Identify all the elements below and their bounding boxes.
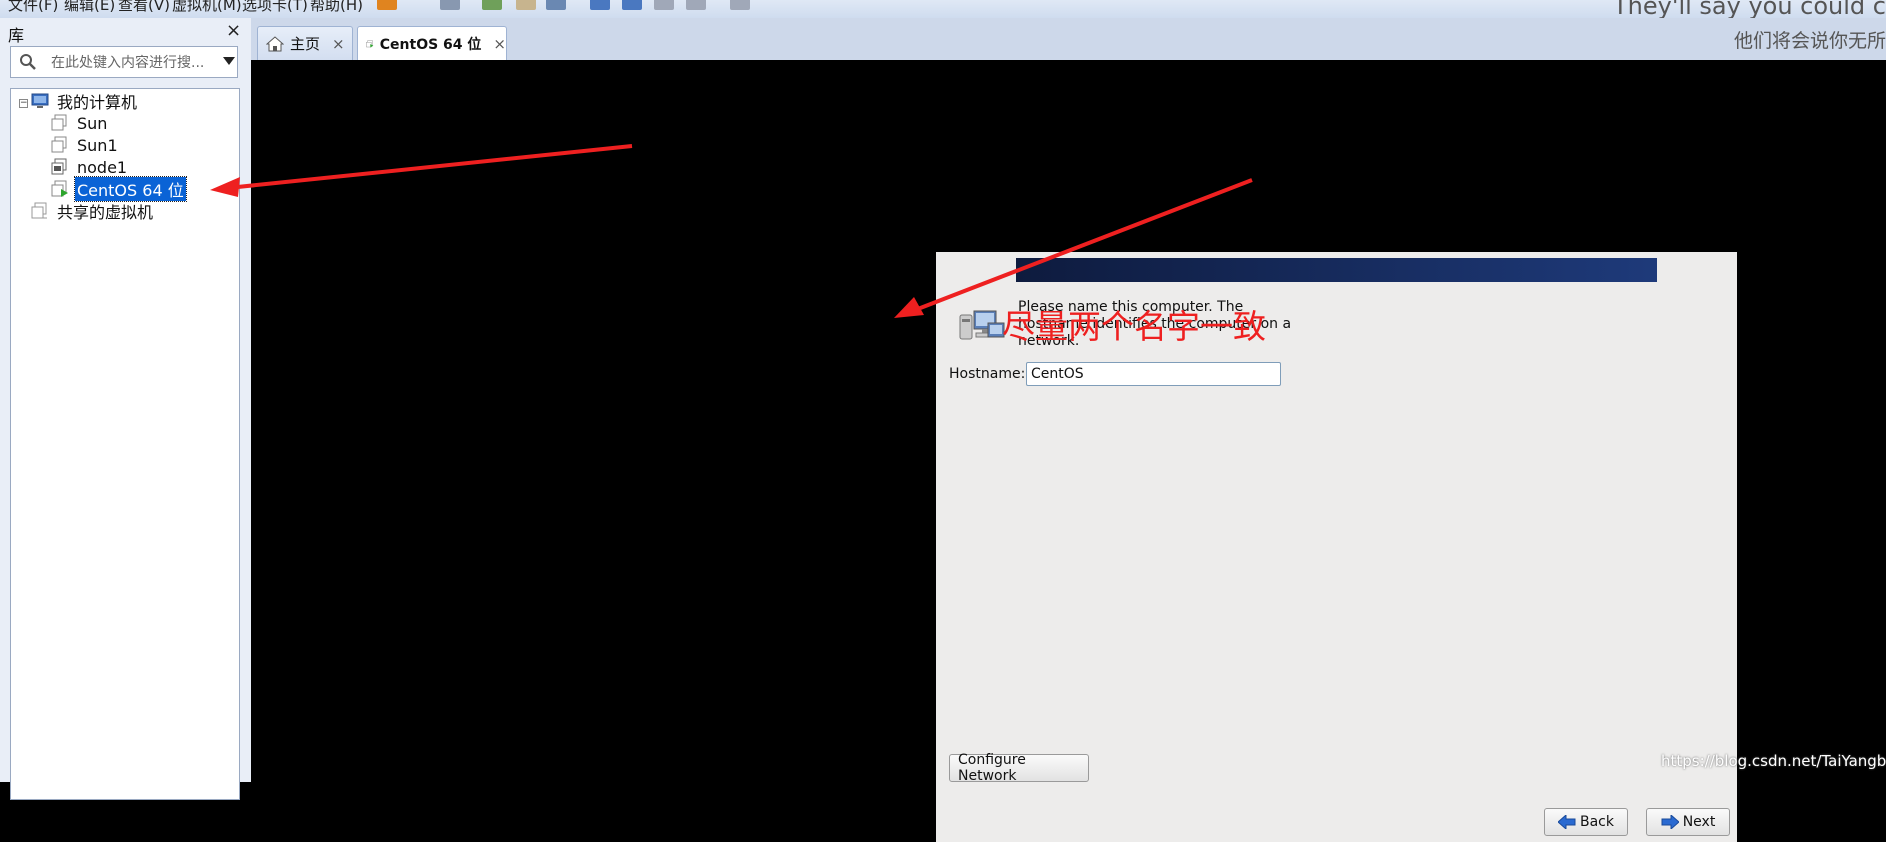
tab-close-icon[interactable]: × [493, 35, 506, 53]
menu-help[interactable]: 帮助(H) [310, 0, 363, 15]
menu-file[interactable]: 文件(F) [8, 0, 58, 15]
library-search-input[interactable] [49, 52, 219, 74]
red-annotation-text: 尽量两个名字一致 [1002, 307, 1266, 346]
vm-console[interactable]: Please name this computer. The hostname … [251, 60, 1886, 842]
arrow-left-icon [1558, 815, 1576, 829]
network-computers-icon [959, 310, 1005, 340]
computer-icon [31, 93, 49, 108]
hostname-label: Hostname: [949, 366, 1026, 382]
tree-item-my-computer[interactable]: 我的计算机 [31, 91, 139, 112]
search-dropdown-icon[interactable] [223, 57, 235, 65]
tab-bar: 主页 × CentOS 64 位 × [251, 18, 1886, 60]
shared-vm-icon [31, 202, 47, 219]
snapshot-toolbar-icon[interactable] [482, 0, 502, 10]
song-lyric-chinese: 他们将会说你无所 [1733, 30, 1886, 52]
console-view-toolbar-icon[interactable] [730, 0, 750, 10]
vm-running-icon [51, 180, 68, 197]
installer-banner [1016, 258, 1657, 282]
menu-toolbar-strip: 文件(F) 编辑(E) 查看(V) 虚拟机(M) 选项卡(T) 帮助(H) Th… [0, 0, 1886, 19]
library-toggle-toolbar-icon[interactable] [590, 0, 610, 10]
library-search-box [10, 46, 238, 78]
arrow-right-icon [1661, 815, 1679, 829]
next-button[interactable]: Next [1646, 808, 1730, 836]
tree-item-label: 我的计算机 [57, 93, 138, 112]
vm-running-icon [366, 39, 374, 47]
home-icon [266, 35, 284, 51]
tree-item-label: Sun [77, 113, 108, 133]
pause-toolbar-icon[interactable] [377, 0, 397, 10]
unity-toolbar-icon[interactable] [686, 0, 706, 10]
fullscreen-toolbar-icon[interactable] [654, 0, 674, 10]
back-label: Back [1580, 814, 1614, 830]
panel-splitter[interactable] [243, 18, 251, 782]
tab-centos-64[interactable]: CentOS 64 位 × [357, 26, 507, 60]
revert-snapshot-toolbar-icon[interactable] [516, 0, 536, 10]
tab-home[interactable]: 主页 × [257, 26, 353, 60]
tree-item-label: node1 [77, 157, 128, 177]
next-label: Next [1682, 814, 1716, 830]
tree-collapse-icon[interactable]: − [19, 99, 28, 108]
thumbnail-toolbar-icon[interactable] [622, 0, 642, 10]
csdn-watermark: https://blog.csdn.net/TaiYangb [1661, 752, 1886, 770]
vm-library-tree: − 我的计算机 Sun Sun1 node1 CentOS 64 位 共享的虚拟… [10, 88, 240, 800]
send-keys-toolbar-icon[interactable] [440, 0, 460, 10]
configure-network-button[interactable]: Configure Network [949, 752, 1089, 784]
tree-item-centos-64[interactable]: CentOS 64 位 [51, 176, 187, 202]
vm-icon [51, 136, 67, 153]
hostname-input[interactable] [1026, 362, 1281, 386]
library-title: 库 [8, 26, 25, 45]
menu-view[interactable]: 查看(V) [118, 0, 170, 15]
menu-vm[interactable]: 虚拟机(M) [172, 0, 242, 15]
tree-item-node1[interactable]: node1 [51, 157, 129, 177]
tab-close-icon[interactable]: × [332, 35, 345, 53]
tree-item-label: Sun1 [77, 135, 118, 155]
back-button[interactable]: Back [1544, 808, 1628, 836]
tree-item-sun[interactable]: Sun [51, 113, 109, 133]
tree-item-label: 共享的虚拟机 [57, 203, 154, 222]
tree-item-sun1[interactable]: Sun1 [51, 135, 120, 155]
menu-edit[interactable]: 编辑(E) [64, 0, 115, 15]
library-close-button[interactable]: × [226, 20, 241, 41]
tree-item-label: CentOS 64 位 [74, 176, 187, 202]
library-panel: 库 × − 我的计算机 Sun [0, 18, 251, 800]
search-icon [20, 54, 36, 70]
menu-tabs[interactable]: 选项卡(T) [242, 0, 308, 15]
tab-label: 主页 [290, 35, 321, 53]
snapshot-manager-toolbar-icon[interactable] [546, 0, 566, 10]
tab-label: CentOS 64 位 [379, 36, 482, 53]
tree-item-shared-vms[interactable]: 共享的虚拟机 [31, 201, 155, 222]
vm-icon [51, 114, 67, 131]
vm-team-icon [51, 158, 67, 175]
song-lyric-english: They'll say you could c [1613, 0, 1886, 19]
